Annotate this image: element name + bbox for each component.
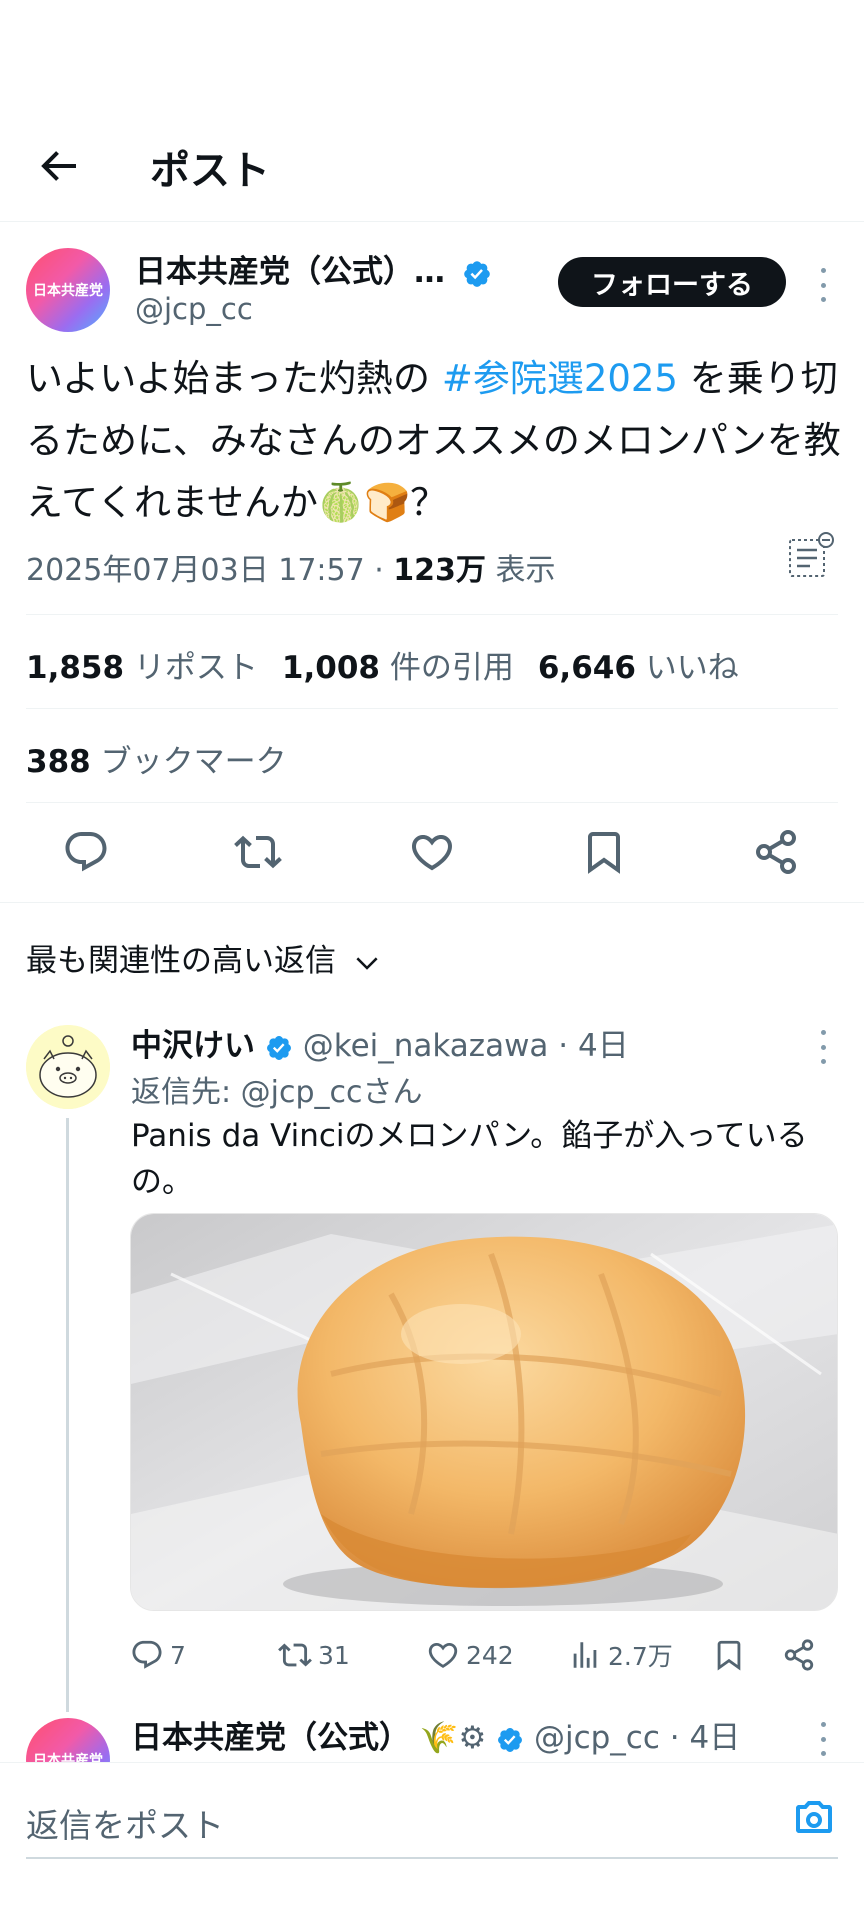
- reply-header: 中沢けい @kei_nakazawa · 4日: [131, 1020, 629, 1065]
- author-avatar[interactable]: 日本共産党: [26, 248, 110, 332]
- repost-icon: [278, 1643, 312, 1667]
- views-count: 123万: [393, 553, 486, 588]
- post-meta: 2025年07月03日 17:57 · 123万 表示: [26, 545, 555, 589]
- reply-reposts-count: 31: [318, 1640, 350, 1670]
- quotes-count: 1,008: [281, 650, 380, 686]
- author-handle[interactable]: @jcp_cc: [135, 292, 253, 326]
- quotes-label: 件の引用: [389, 650, 514, 686]
- more-vertical-icon[interactable]: [818, 1030, 828, 1064]
- hashtag-link[interactable]: #参院選2025: [442, 357, 678, 400]
- thread-line: [66, 1118, 69, 1712]
- reply-to-prefix: 返信先:: [131, 1075, 241, 1110]
- top-bar: ポスト: [0, 120, 864, 222]
- reply-views-count: 2.7万: [608, 1642, 673, 1671]
- verified-badge-icon: [498, 1727, 523, 1752]
- post-text: いよいよ始まった灼熱の #参院選2025 を乗り切るために、みなさんのオススメの…: [26, 348, 846, 534]
- chevron-down-icon: [356, 956, 378, 970]
- bookmarks-label: ブックマーク: [100, 744, 287, 780]
- more-vertical-icon[interactable]: [818, 268, 828, 302]
- bookmark-icon[interactable]: [580, 828, 628, 876]
- follow-button[interactable]: フォローする: [558, 257, 786, 307]
- reply-avatar[interactable]: [26, 1025, 110, 1109]
- reply-replies-button[interactable]: 7: [130, 1630, 186, 1680]
- page-title: ポスト: [150, 148, 270, 194]
- reply-photo[interactable]: [130, 1213, 838, 1611]
- reply2-emoji: 🌾⚙: [419, 1720, 487, 1756]
- reply-to-line: 返信先: @jcp_ccさん: [131, 1067, 423, 1111]
- post-timestamp[interactable]: 2025年07月03日 17:57 ·: [26, 553, 393, 588]
- likes-count: 6,646: [537, 650, 636, 686]
- verified-badge-icon: [266, 1035, 291, 1060]
- reposts-label: リポスト: [133, 650, 258, 686]
- reply2-author-handle[interactable]: @jcp_cc: [534, 1720, 660, 1756]
- reply-time: · 4日: [558, 1028, 629, 1064]
- bookmarks-stat[interactable]: 388 ブックマーク: [26, 736, 287, 781]
- reply-composer: 返信をポスト: [0, 1762, 864, 1920]
- post-text-part: いよいよ始まった灼熱の: [26, 357, 442, 400]
- reply-input[interactable]: 返信をポスト: [26, 1799, 224, 1847]
- views-icon: [573, 1642, 597, 1668]
- reply2-header: 日本共産党（公式） 🌾⚙ @jcp_cc · 4日: [131, 1712, 740, 1757]
- reply2-time: · 4日: [669, 1720, 741, 1756]
- share-icon[interactable]: [752, 828, 800, 876]
- reply2-author-name[interactable]: 日本共産党（公式）: [131, 1720, 410, 1756]
- quotes-stat[interactable]: 1,008 件の引用: [282, 650, 514, 686]
- reply-icon: [132, 1640, 162, 1669]
- reply-author-handle[interactable]: @kei_nakazawa: [303, 1028, 549, 1064]
- engagement-stats: 1,858 リポスト 1,008 件の引用 6,646 いいね: [26, 642, 739, 687]
- avatar-logo-text: 日本共産党: [33, 283, 103, 299]
- author-name-text: 日本共産党（公式）…: [135, 254, 445, 290]
- verified-badge-icon: [463, 260, 490, 287]
- reply-likes-button[interactable]: 242: [426, 1630, 514, 1680]
- reply-text: Panis da Vinciのメロンパン。餡子が入っているの。: [131, 1118, 808, 1200]
- divider: [26, 614, 838, 615]
- more-vertical-icon[interactable]: [818, 1722, 828, 1756]
- reply-replies-count: 7: [170, 1640, 186, 1670]
- reply-to-handle[interactable]: @jcp_cc: [241, 1075, 363, 1110]
- divider: [26, 708, 838, 709]
- reply-views-button[interactable]: 2.7万: [568, 1630, 673, 1680]
- reply-author-name[interactable]: 中沢けい: [131, 1028, 255, 1064]
- sort-label: 最も関連性の高い返信: [26, 943, 336, 979]
- reply-sort-selector[interactable]: 最も関連性の高い返信: [26, 935, 382, 980]
- translate-icon[interactable]: [786, 532, 836, 582]
- divider: [0, 902, 864, 903]
- likes-stat[interactable]: 6,646 いいね: [538, 650, 739, 686]
- views-label: 表示: [485, 553, 556, 588]
- share-icon[interactable]: [782, 1630, 816, 1680]
- reposts-count: 1,858: [26, 650, 125, 686]
- reply-reposts-button[interactable]: 31: [278, 1630, 350, 1680]
- post-action-bar: [0, 820, 864, 884]
- back-arrow-icon[interactable]: [34, 142, 82, 190]
- camera-icon[interactable]: [790, 1793, 838, 1841]
- reposts-stat[interactable]: 1,858 リポスト: [26, 650, 258, 686]
- author-name[interactable]: 日本共産党（公式）…: [135, 246, 492, 291]
- reply-to-suffix: さん: [362, 1075, 423, 1110]
- composer-underline: [26, 1857, 838, 1859]
- like-icon: [428, 1642, 458, 1668]
- reply-icon[interactable]: [62, 828, 110, 876]
- repost-icon[interactable]: [234, 828, 282, 876]
- divider: [26, 802, 838, 803]
- reply-likes-count: 242: [466, 1640, 514, 1670]
- bookmark-icon[interactable]: [712, 1630, 746, 1680]
- likes-label: いいね: [645, 650, 739, 686]
- like-icon[interactable]: [408, 828, 456, 876]
- reply-action-bar: 7 31 242 2.7万: [130, 1630, 840, 1680]
- bookmarks-count: 388: [26, 744, 91, 780]
